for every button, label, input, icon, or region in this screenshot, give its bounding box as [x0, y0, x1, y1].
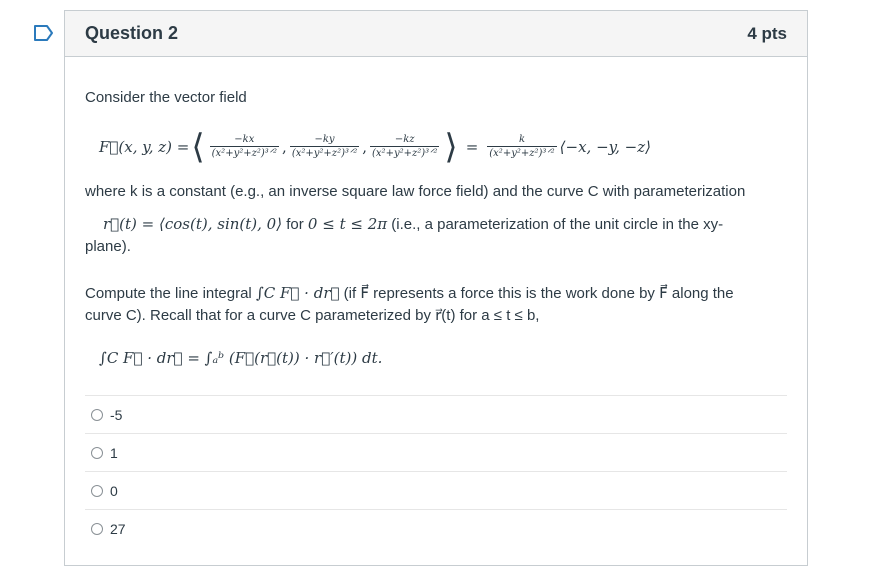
param-math: r⃗(t) = ⟨cos(t), sin(t), 0⟩ — [103, 215, 283, 233]
radio-button[interactable] — [91, 484, 103, 497]
answer-option[interactable]: 0 — [85, 471, 787, 509]
where-text: where k is a constant (e.g., an inverse … — [85, 183, 746, 200]
compute-paragraph: Compute the line integral ∫C F⃗ · dr⃗ (i… — [85, 282, 787, 327]
fraction-y-num: −ky — [314, 133, 335, 145]
left-angle-bracket: ⟨ — [191, 127, 205, 167]
fraction-y: −ky (x²+y²+z²)³ᐟ² — [289, 133, 360, 161]
compute-text-2: (if F⃗ represents a force this is the wo… — [339, 285, 734, 302]
fraction-z-num: −kz — [394, 133, 415, 145]
answer-option[interactable]: -5 — [85, 395, 787, 433]
eq1-tail: ⟨−x, −y, −z⟩ — [559, 138, 651, 156]
question-body: Consider the vector field F⃗(x, y, z) = … — [65, 57, 807, 369]
fraction-x: −kx (x²+y²+z²)³ᐟ² — [209, 133, 280, 161]
comma: , — [282, 138, 287, 156]
intro-text: Consider the vector field — [85, 89, 247, 106]
param-plane: plane). — [85, 238, 131, 255]
answer-label: -5 — [110, 406, 123, 423]
answer-list: -5 1 0 27 — [85, 395, 787, 547]
line-integral-formula: ∫C F⃗ · dr⃗ = ∫ₐᵇ (F⃗(r⃗(t)) · r⃗′(t)) d… — [99, 349, 383, 367]
param-rest: (i.e., a parameterization of the unit ci… — [387, 216, 724, 233]
compute-integral: ∫C F⃗ · dr⃗ — [255, 284, 340, 302]
fraction-z: −kz (x²+y²+z²)³ᐟ² — [370, 133, 440, 161]
fraction-z-den: (x²+y²+z²)³ᐟ² — [370, 145, 440, 159]
fraction-y-den: (x²+y²+z²)³ᐟ² — [289, 145, 360, 159]
question-points: 4 pts — [747, 23, 787, 43]
question-title: Question 2 — [85, 23, 179, 43]
answer-option[interactable]: 1 — [85, 433, 787, 471]
radio-button[interactable] — [91, 408, 103, 421]
right-angle-bracket: ⟩ — [444, 127, 458, 167]
compute-text-3: curve C). Recall that for a curve C para… — [85, 307, 540, 324]
question-header: Question 2 4 pts — [65, 11, 807, 57]
answer-label: 27 — [110, 520, 126, 537]
question-card: Question 2 4 pts Consider the vector fie… — [64, 10, 808, 566]
answer-label: 0 — [110, 482, 118, 499]
fraction-x-den: (x²+y²+z²)³ᐟ² — [209, 145, 280, 159]
parameterization-line: r⃗(t) = ⟨cos(t), sin(t), 0⟩ for 0 ≤ t ≤ … — [85, 213, 787, 236]
fraction-k-den: (x²+y²+z²)³ᐟ² — [487, 145, 557, 159]
radio-button[interactable] — [91, 446, 103, 459]
fraction-k-num: k — [518, 133, 525, 145]
eq1-lhs: F⃗(x, y, z) = — [99, 138, 190, 156]
answer-option[interactable]: 27 — [85, 509, 787, 547]
param-for: for — [282, 216, 308, 233]
radio-button[interactable] — [91, 522, 103, 535]
compute-text-1: Compute the line integral — [85, 285, 256, 302]
vector-field-equation: F⃗(x, y, z) = ⟨ −kx (x²+y²+z²)³ᐟ² , −ky … — [99, 123, 787, 171]
answer-label: 1 — [110, 444, 118, 461]
eq1-equals: = — [465, 138, 479, 156]
comma: , — [362, 138, 368, 156]
param-range: 0 ≤ t ≤ 2π — [307, 215, 388, 233]
bookmark-flag-icon[interactable] — [33, 24, 55, 42]
fraction-k: k (x²+y²+z²)³ᐟ² — [487, 133, 557, 161]
fraction-x-num: −kx — [234, 133, 255, 145]
